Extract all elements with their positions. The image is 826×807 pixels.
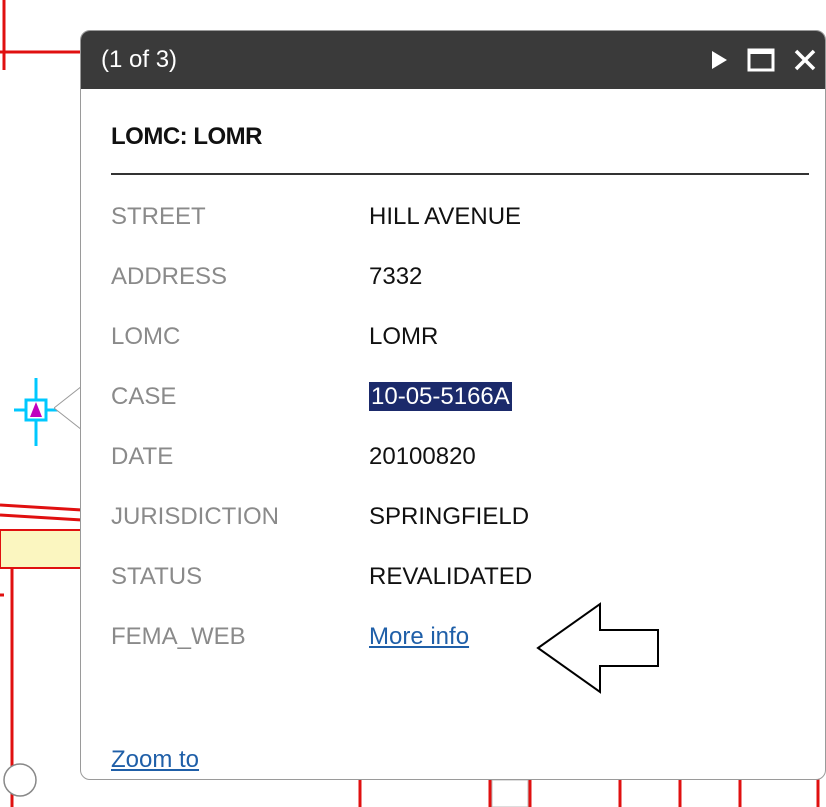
attribute-value: 20100820 [369, 443, 476, 470]
attribute-row: ADDRESS 7332 [111, 247, 532, 307]
map-road [0, 513, 83, 522]
attribute-value: LOMR [369, 323, 439, 350]
popup-page-count: (1 of 3) [101, 46, 178, 73]
map-road [0, 503, 83, 512]
info-popup: (1 of 3) LOMC: LOMR STREET HILL AVENUE A… [80, 30, 826, 780]
next-icon[interactable] [709, 49, 729, 71]
attribute-key: CASE [111, 383, 177, 410]
attribute-value: SPRINGFIELD [369, 503, 530, 530]
close-icon[interactable] [793, 48, 817, 72]
attribute-key: LOMC [111, 323, 181, 350]
attribute-value: HILL AVENUE [369, 203, 522, 230]
maximize-icon[interactable] [747, 48, 775, 72]
attribute-key: DATE [111, 443, 174, 470]
attribute-row: CASE 10-05-5166A [111, 367, 532, 427]
attribute-table: STREET HILL AVENUE ADDRESS 7332 LOMC LOM… [111, 187, 532, 667]
attribute-row: LOMC LOMR [111, 307, 532, 367]
attribute-value: REVALIDATED [369, 563, 533, 590]
attribute-row: STATUS REVALIDATED [111, 547, 532, 607]
zoom-to-link[interactable]: Zoom to [111, 746, 199, 774]
title-divider [111, 173, 809, 175]
attribute-row: JURISDICTION SPRINGFIELD [111, 487, 532, 547]
attribute-key: ADDRESS [111, 263, 228, 290]
layer-title: LOMC: LOMR [111, 123, 262, 150]
attribute-key: STREET [111, 203, 206, 230]
attribute-row: STREET HILL AVENUE [111, 187, 532, 247]
attribute-value: 7332 [369, 263, 423, 290]
more-info-link[interactable]: More info [369, 623, 469, 650]
attribute-key: FEMA_WEB [111, 623, 246, 650]
popup-pointer [54, 386, 82, 430]
attribute-key: JURISDICTION [111, 503, 279, 530]
selected-case-value[interactable]: 10-05-5166A [369, 382, 512, 411]
map-parcel [0, 529, 83, 569]
popup-titlebar: (1 of 3) [81, 31, 825, 89]
popup-content: LOMC: LOMR STREET HILL AVENUE ADDRESS 73… [81, 123, 825, 667]
annotation-arrow [536, 602, 659, 694]
map-feature [3, 763, 37, 797]
attribute-row: DATE 20100820 [111, 427, 532, 487]
map-feature [491, 779, 529, 807]
attribute-key: STATUS [111, 563, 203, 590]
attribute-row: FEMA_WEB More info [111, 607, 532, 667]
